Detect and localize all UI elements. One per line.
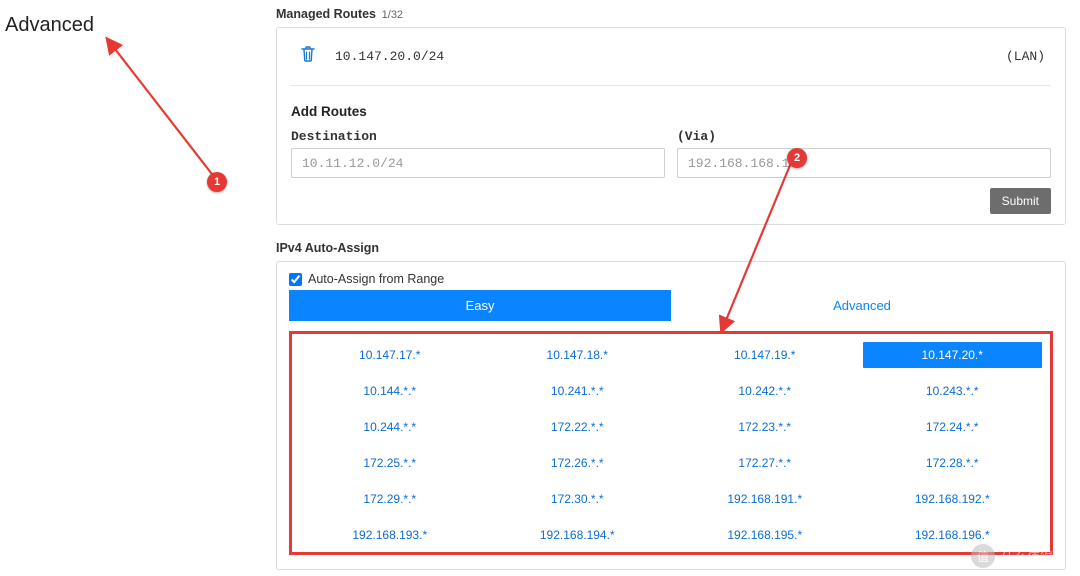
route-tag: (LAN) [1006, 49, 1051, 64]
tab-advanced[interactable]: Advanced [671, 290, 1053, 321]
managed-routes-count: 1/32 [382, 9, 403, 21]
ip-range-option[interactable]: 192.168.192.* [859, 488, 1047, 510]
ip-range-option[interactable]: 192.168.191.* [671, 488, 859, 510]
route-row: 10.147.20.0/24 (LAN) [291, 40, 1051, 86]
ip-range-grid: 10.147.17.*10.147.18.*10.147.19.*10.147.… [296, 344, 1046, 546]
submit-button[interactable]: Submit [990, 188, 1051, 214]
ip-range-option[interactable]: 10.147.18.* [484, 344, 672, 366]
managed-routes-heading: Managed Routes [276, 7, 376, 21]
ip-range-option[interactable]: 10.243.*.* [859, 380, 1047, 402]
ip-range-option[interactable]: 172.24.*.* [859, 416, 1047, 438]
mode-tabs: Easy Advanced [289, 290, 1053, 321]
trash-icon[interactable] [291, 46, 335, 67]
ip-range-option[interactable]: 10.147.20.* [863, 342, 1043, 368]
ip-range-option[interactable]: 172.26.*.* [484, 452, 672, 474]
ip-range-option[interactable]: 172.23.*.* [671, 416, 859, 438]
ip-range-option[interactable]: 10.241.*.* [484, 380, 672, 402]
page-title-left: Advanced [5, 14, 265, 37]
managed-routes-heading-row: Managed Routes 1/32 [276, 6, 1066, 21]
auto-assign-checkbox-row[interactable]: Auto-Assign from Range [289, 272, 1053, 286]
tab-easy[interactable]: Easy [289, 290, 671, 321]
annotation-badge-2: 2 [787, 148, 807, 168]
via-label: (Via) [677, 129, 1051, 144]
ip-range-option[interactable]: 172.28.*.* [859, 452, 1047, 474]
ip-range-option[interactable]: 172.29.*.* [296, 488, 484, 510]
via-input[interactable] [677, 148, 1051, 178]
ip-range-option[interactable]: 10.144.*.* [296, 380, 484, 402]
ip-range-option[interactable]: 172.25.*.* [296, 452, 484, 474]
add-routes-heading: Add Routes [291, 104, 1051, 119]
ipv4-heading: IPv4 Auto-Assign [276, 241, 1066, 255]
ip-range-option[interactable]: 10.242.*.* [671, 380, 859, 402]
ip-range-option[interactable]: 192.168.196.* [859, 524, 1047, 546]
ip-range-option[interactable]: 172.27.*.* [671, 452, 859, 474]
ip-range-option[interactable]: 192.168.195.* [671, 524, 859, 546]
route-ip: 10.147.20.0/24 [335, 49, 444, 64]
destination-input[interactable] [291, 148, 665, 178]
ip-range-highlight-box: 10.147.17.*10.147.18.*10.147.19.*10.147.… [289, 331, 1053, 555]
ip-range-option[interactable]: 10.244.*.* [296, 416, 484, 438]
managed-routes-panel: 10.147.20.0/24 (LAN) Add Routes Destinat… [276, 27, 1066, 225]
ipv4-panel: Auto-Assign from Range Easy Advanced 10.… [276, 261, 1066, 570]
annotation-badge-1: 1 [207, 172, 227, 192]
auto-assign-label: Auto-Assign from Range [308, 272, 444, 286]
ip-range-option[interactable]: 10.147.17.* [296, 344, 484, 366]
ip-range-option[interactable]: 172.30.*.* [484, 488, 672, 510]
ip-range-option[interactable]: 10.147.19.* [671, 344, 859, 366]
auto-assign-checkbox[interactable] [289, 273, 302, 286]
add-routes-inputs-row: Destination (Via) [291, 129, 1051, 178]
destination-label: Destination [291, 129, 665, 144]
ip-range-option[interactable]: 192.168.193.* [296, 524, 484, 546]
ip-range-option[interactable]: 192.168.194.* [484, 524, 672, 546]
ip-range-option[interactable]: 172.22.*.* [484, 416, 672, 438]
